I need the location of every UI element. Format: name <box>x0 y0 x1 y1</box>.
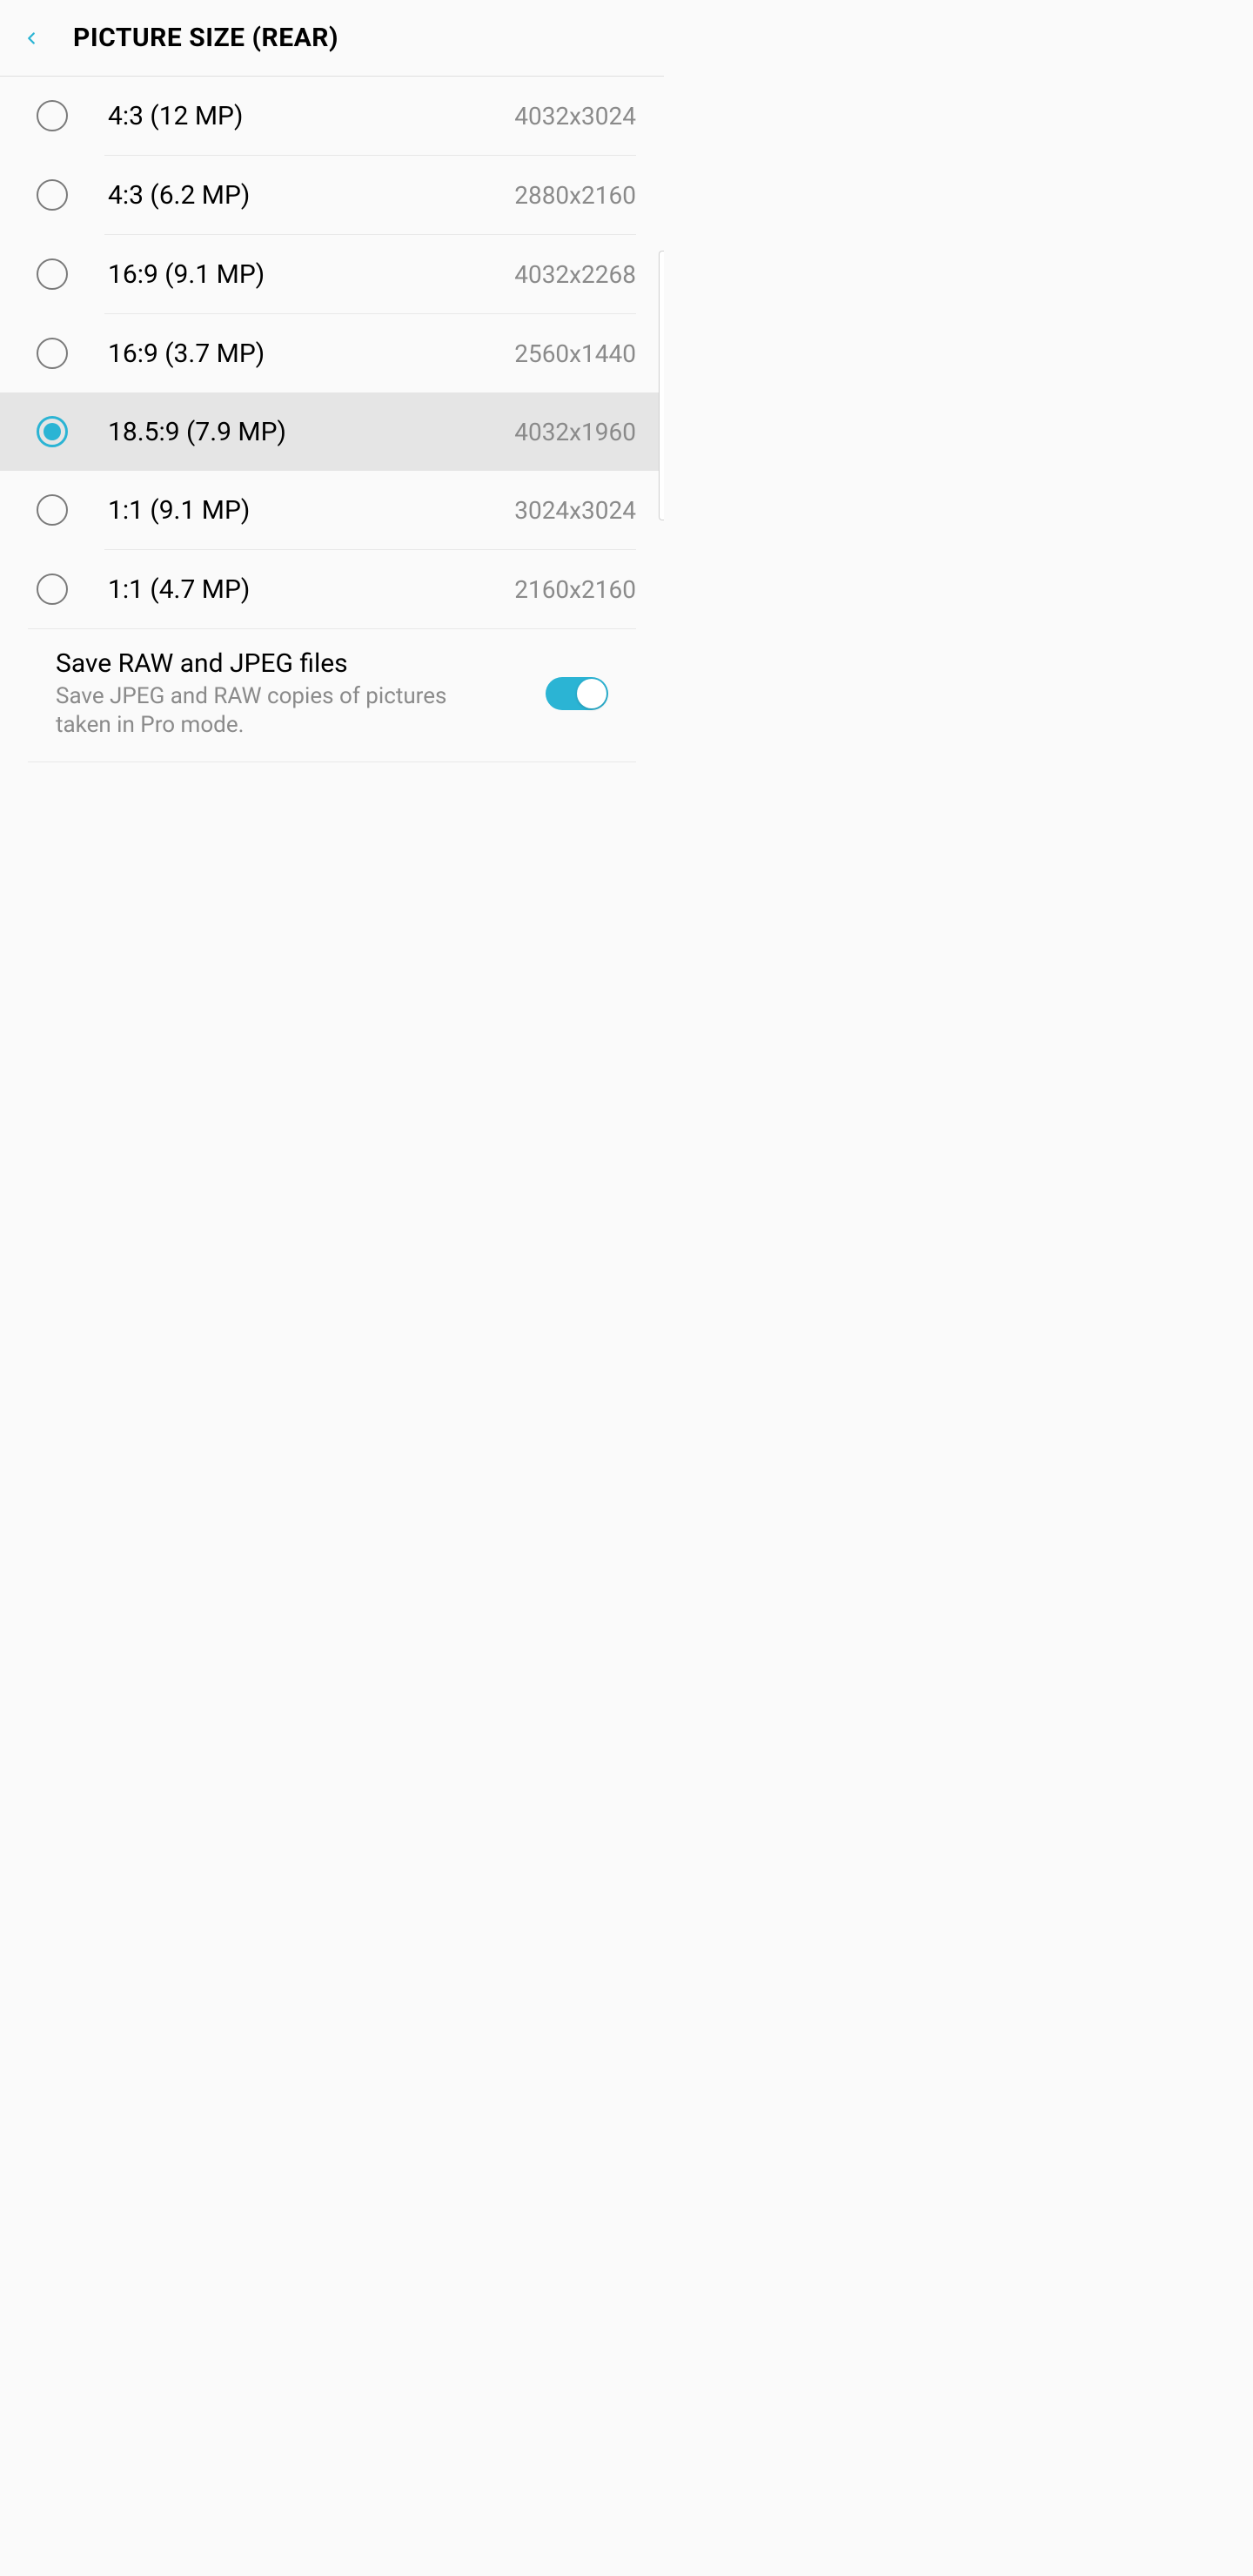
radio-button[interactable] <box>37 100 68 131</box>
picture-size-option[interactable]: 1:1 (4.7 MP)2160x2160 <box>0 550 664 628</box>
raw-jpeg-description: Save JPEG and RAW copies of pictures tak… <box>56 682 476 739</box>
back-button[interactable] <box>14 21 49 56</box>
picture-size-option[interactable]: 1:1 (9.1 MP)3024x3024 <box>0 471 664 549</box>
option-resolution: 4032x3024 <box>514 102 636 131</box>
option-resolution: 4032x2268 <box>514 260 636 289</box>
raw-jpeg-toggle[interactable] <box>546 677 608 710</box>
option-label: 1:1 (4.7 MP) <box>108 574 514 605</box>
content: 4:3 (12 MP)4032x30244:3 (6.2 MP)2880x216… <box>0 77 664 762</box>
option-label: 4:3 (12 MP) <box>108 101 514 131</box>
radio-button[interactable] <box>37 179 68 211</box>
header: PICTURE SIZE (REAR) <box>0 0 664 77</box>
raw-jpeg-title: Save RAW and JPEG files <box>56 648 476 679</box>
radio-button[interactable] <box>37 574 68 605</box>
radio-button[interactable] <box>37 494 68 526</box>
page-title: PICTURE SIZE (REAR) <box>73 23 338 53</box>
radio-button[interactable] <box>37 258 68 290</box>
radio-button[interactable] <box>37 338 68 369</box>
option-label: 1:1 (9.1 MP) <box>108 495 514 526</box>
picture-size-option[interactable]: 4:3 (12 MP)4032x3024 <box>0 77 664 155</box>
raw-jpeg-setting[interactable]: Save RAW and JPEG files Save JPEG and RA… <box>28 629 636 762</box>
picture-size-list: 4:3 (12 MP)4032x30244:3 (6.2 MP)2880x216… <box>0 77 664 629</box>
option-label: 18.5:9 (7.9 MP) <box>108 417 514 447</box>
option-label: 16:9 (9.1 MP) <box>108 259 514 290</box>
radio-button[interactable] <box>37 416 68 447</box>
option-label: 16:9 (3.7 MP) <box>108 339 514 369</box>
option-resolution: 2560x1440 <box>514 339 636 368</box>
picture-size-option[interactable]: 16:9 (3.7 MP)2560x1440 <box>0 314 664 392</box>
scroll-indicator[interactable] <box>659 251 664 520</box>
option-label: 4:3 (6.2 MP) <box>108 180 514 211</box>
picture-size-option[interactable]: 18.5:9 (7.9 MP)4032x1960 <box>0 392 664 471</box>
option-resolution: 3024x3024 <box>514 496 636 525</box>
option-resolution: 2880x2160 <box>514 181 636 210</box>
picture-size-option[interactable]: 16:9 (9.1 MP)4032x2268 <box>0 235 664 313</box>
chevron-left-icon <box>22 29 41 48</box>
option-resolution: 4032x1960 <box>514 418 636 446</box>
picture-size-option[interactable]: 4:3 (6.2 MP)2880x2160 <box>0 156 664 234</box>
option-resolution: 2160x2160 <box>514 575 636 604</box>
